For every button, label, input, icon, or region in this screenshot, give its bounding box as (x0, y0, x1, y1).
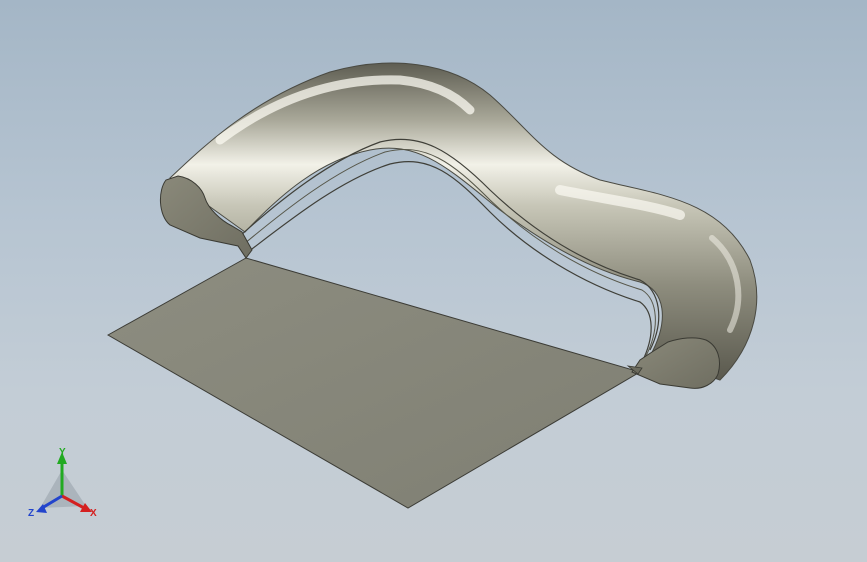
right-end-cap (631, 337, 720, 389)
y-axis-label: Y (59, 447, 66, 458)
coordinate-triad[interactable]: Y X Z (28, 447, 97, 519)
base-plane (106, 257, 642, 509)
x-axis-label: X (90, 508, 97, 519)
graphics-viewport[interactable]: Y X Z (0, 0, 867, 562)
model-canvas[interactable]: Y X Z (0, 0, 867, 562)
z-axis-label: Z (28, 508, 34, 519)
